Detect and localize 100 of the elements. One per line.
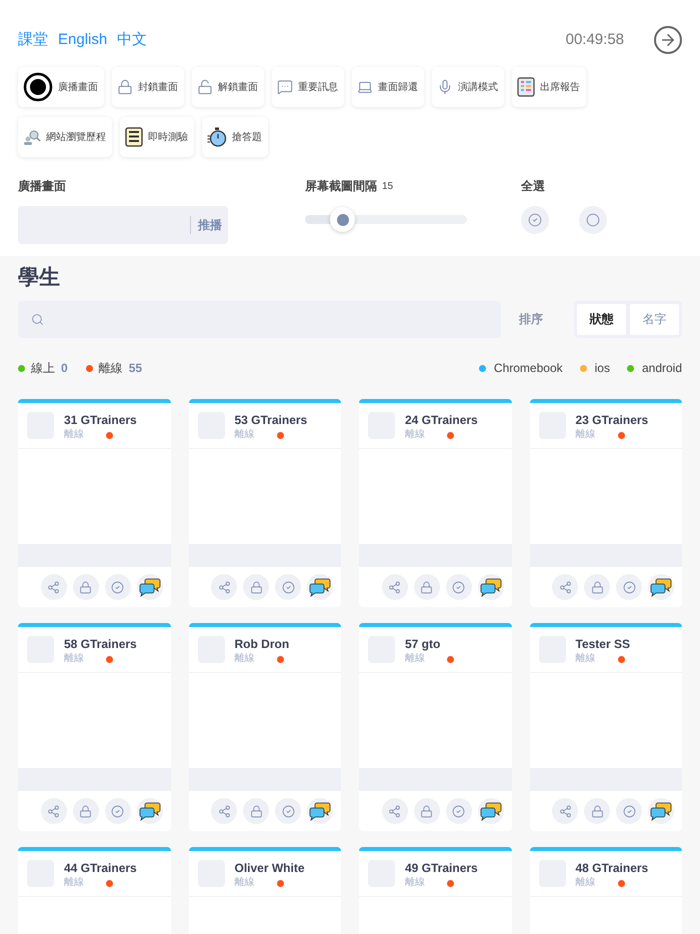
toolbar-button[interactable]: 出席報告 — [512, 67, 586, 107]
share-icon — [47, 804, 60, 818]
interval-value: 15 — [382, 180, 394, 194]
students-title: 學生 — [18, 265, 61, 291]
share-button[interactable] — [211, 798, 237, 824]
select-all-button[interactable] — [521, 206, 549, 234]
status-text: 離線 — [405, 876, 425, 890]
status-text: 離線 — [576, 652, 596, 666]
check-icon — [622, 580, 636, 594]
toolbar-button[interactable]: 廣播畫面 — [18, 67, 104, 107]
share-button[interactable] — [40, 798, 66, 824]
microphone-icon — [437, 79, 453, 95]
toolbar-button[interactable]: 網站瀏覽歷程 — [18, 117, 112, 157]
circle-icon — [586, 213, 600, 227]
share-icon — [218, 580, 230, 594]
check-button[interactable] — [104, 574, 130, 600]
select-all-label: 全選 — [521, 178, 546, 195]
chat-button[interactable] — [136, 798, 162, 824]
check-button[interactable] — [446, 574, 472, 600]
timer: 00:49:58 — [566, 30, 624, 50]
check-icon — [282, 804, 294, 818]
message-icon — [277, 79, 293, 95]
lock-icon — [79, 804, 92, 818]
toolbar-button[interactable]: 封鎖畫面 — [112, 67, 184, 107]
chat-icon — [480, 577, 502, 597]
deselect-all-button[interactable] — [579, 206, 607, 234]
student-card[interactable]: 58 GTrainers 離線 — [18, 623, 170, 831]
lock-button[interactable] — [72, 798, 98, 824]
share-button[interactable] — [552, 574, 578, 600]
chat-button[interactable] — [478, 574, 504, 600]
chat-button[interactable] — [136, 574, 162, 600]
legend-label: 線上 — [31, 360, 55, 377]
lock-icon — [79, 580, 92, 594]
student-name: 31 GTrainers — [64, 412, 137, 428]
lock-button[interactable] — [414, 574, 440, 600]
lock-button[interactable] — [72, 574, 98, 600]
student-name: Tester SS — [576, 636, 630, 652]
toolbar-button[interactable]: 即時測驗 — [120, 117, 194, 157]
student-card[interactable]: 57 gto 離線 — [359, 623, 512, 831]
student-name: Rob Dron — [234, 636, 290, 652]
check-icon — [282, 580, 294, 594]
status-text: 離線 — [576, 876, 596, 890]
check-icon — [111, 804, 124, 818]
student-name: 44 GTrainers — [64, 860, 137, 876]
check-button[interactable] — [616, 798, 642, 824]
toolbar-button[interactable]: 解鎖畫面 — [192, 67, 264, 107]
student-card[interactable]: 53 GTrainers 離線 — [188, 399, 341, 607]
stopwatch-icon — [207, 127, 227, 147]
check-button[interactable] — [616, 574, 642, 600]
student-card[interactable]: Tester SS 離線 — [530, 623, 682, 831]
student-card[interactable]: 24 GTrainers 離線 — [359, 399, 512, 607]
slider-thumb[interactable] — [330, 207, 356, 232]
chat-icon — [650, 801, 672, 821]
logout-button[interactable] — [654, 26, 682, 54]
student-card[interactable]: 31 GTrainers 離線 — [18, 399, 170, 607]
lock-button[interactable] — [584, 574, 610, 600]
share-button[interactable] — [552, 798, 578, 824]
share-button[interactable] — [382, 574, 408, 600]
legend-label: android — [642, 360, 682, 377]
student-name: Oliver White — [234, 860, 305, 876]
lock-icon — [250, 804, 262, 818]
toolbar-button[interactable]: 搶答題 — [202, 117, 268, 157]
share-button[interactable] — [40, 574, 66, 600]
interval-slider[interactable] — [305, 207, 467, 232]
check-button[interactable] — [104, 798, 130, 824]
share-button[interactable] — [382, 798, 408, 824]
chat-button[interactable] — [307, 798, 333, 824]
share-button[interactable] — [211, 574, 237, 600]
lock-button[interactable] — [584, 798, 610, 824]
student-card[interactable]: 23 GTrainers 離線 — [530, 399, 682, 607]
chat-button[interactable] — [478, 798, 504, 824]
lock-button[interactable] — [243, 574, 269, 600]
check-icon — [528, 213, 542, 227]
student-card[interactable]: Rob Dron 離線 — [188, 623, 341, 831]
check-button[interactable] — [275, 574, 301, 600]
toolbar-button[interactable]: 演講模式 — [432, 67, 504, 107]
check-button[interactable] — [446, 798, 472, 824]
chat-icon — [138, 577, 160, 597]
unlock-icon — [197, 79, 213, 95]
sort-tab[interactable]: 狀態 — [577, 304, 626, 334]
status-text: 離線 — [234, 428, 254, 442]
lock-button[interactable] — [414, 798, 440, 824]
toolbar-button[interactable]: 畫面歸還 — [352, 67, 424, 107]
chat-icon — [650, 577, 672, 597]
chat-icon — [309, 801, 331, 821]
share-icon — [388, 804, 401, 818]
legend-label: ios — [594, 360, 610, 377]
legend-label: Chromebook — [494, 360, 563, 377]
lock-icon — [590, 804, 604, 818]
arrow-right-icon — [659, 31, 677, 49]
chat-icon — [309, 577, 331, 597]
lock-icon — [420, 580, 433, 594]
chat-button[interactable] — [307, 574, 333, 600]
chat-button[interactable] — [648, 574, 674, 600]
toolbar-button[interactable]: 重要訊息 — [272, 67, 344, 107]
search-field[interactable] — [18, 300, 501, 338]
lock-button[interactable] — [243, 798, 269, 824]
record-icon — [23, 72, 53, 102]
chat-button[interactable] — [648, 798, 674, 824]
check-button[interactable] — [275, 798, 301, 824]
